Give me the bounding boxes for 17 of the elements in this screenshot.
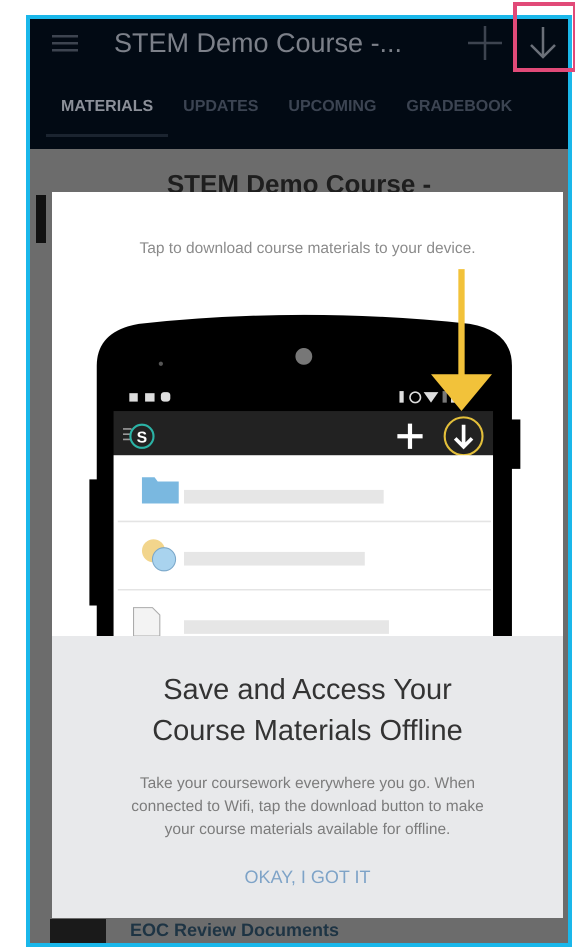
dialog-body: Take your coursework everywhere you go. When connected to Wifi, tap the download button to make your course materials available for offline. xyxy=(130,774,485,840)
hint-text: Tap to download course materials to your device. xyxy=(139,240,476,258)
tab[interactable]: GRADEBOOK xyxy=(391,80,528,136)
tab[interactable]: UPDATES xyxy=(168,80,274,136)
menu-icon[interactable] xyxy=(52,33,78,53)
dialog-title: Save and Access Your Course Materials Offline xyxy=(151,673,464,749)
course-title: STEM Demo Course -... xyxy=(114,28,402,58)
highlight-box xyxy=(513,2,575,72)
tab[interactable]: MATERIALS xyxy=(46,80,168,136)
tab[interactable]: UPCOMING xyxy=(273,80,392,136)
add-icon[interactable] xyxy=(468,26,502,60)
okay-button[interactable]: OKAY, I GOT IT xyxy=(236,863,379,892)
logo-letter: S xyxy=(136,430,148,447)
download-icon[interactable] xyxy=(528,26,558,60)
thumbnail xyxy=(50,919,106,943)
material-title[interactable]: EOC Review Documents xyxy=(130,919,340,941)
thumbnail xyxy=(36,195,46,243)
